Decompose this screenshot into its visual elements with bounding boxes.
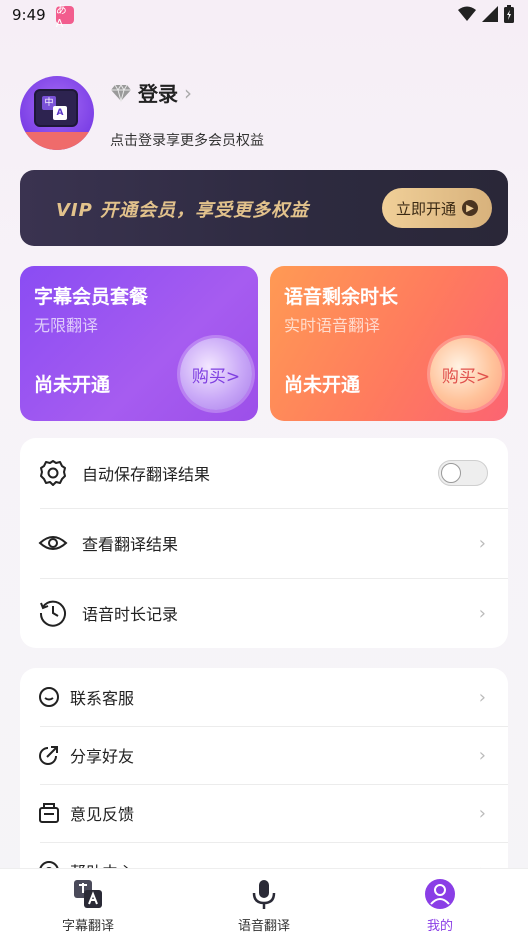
share-icon — [39, 746, 58, 765]
chevron-right-circle-icon: ▶ — [462, 200, 478, 216]
plan-status: 尚未开通 — [34, 374, 111, 396]
settings-card: 自动保存翻译结果 查看翻译结果 › 语音时长记录 › — [20, 438, 508, 648]
setting-label: 语音时长记录 — [82, 605, 179, 624]
chat-icon — [39, 687, 59, 707]
nav-label: 字幕翻译 — [61, 919, 114, 934]
setting-row-view-results[interactable]: 查看翻译结果 › — [20, 508, 508, 578]
chevron-right-icon: › — [478, 532, 486, 554]
plan-subtitle: 无限翻译 — [34, 316, 99, 335]
chevron-right-icon: › — [478, 602, 486, 624]
setting-label: 查看翻译结果 — [82, 535, 179, 554]
chevron-right-icon: › — [184, 80, 192, 105]
vip-banner[interactable]: VIP 开通会员，享受更多权益 立即开通 ▶ — [20, 170, 508, 246]
microphone-icon — [247, 877, 281, 911]
vip-button-label: 立即开通 — [395, 199, 456, 218]
status-icons — [458, 5, 514, 23]
user-icon — [423, 877, 457, 911]
plan-title: 语音剩余时长 — [284, 286, 399, 308]
misc-card: 联系客服 › 分享好友 › 意见反馈 › 帮助中心 › — [20, 668, 508, 898]
subtitle-plan-card[interactable]: 字幕会员套餐 无限翻译 尚未开通 购买> — [20, 266, 258, 421]
chevron-right-icon: › — [478, 686, 486, 708]
translate-icon — [71, 877, 105, 911]
nav-label: 语音翻译 — [237, 919, 290, 934]
menu-item-feedback[interactable]: 意见反馈 › — [20, 784, 508, 842]
vip-open-button[interactable]: 立即开通 ▶ — [382, 188, 492, 228]
feedback-icon — [39, 803, 59, 823]
avatar[interactable]: 中 A — [20, 76, 94, 150]
bottom-nav: 字幕翻译 语音翻译 我的 — [0, 868, 528, 939]
auto-save-toggle[interactable] — [438, 460, 488, 486]
login-subtitle: 点击登录享更多会员权益 — [110, 133, 264, 149]
status-bar: 9:49 あA — [0, 0, 528, 30]
menu-item-share[interactable]: 分享好友 › — [20, 726, 508, 784]
buy-button[interactable]: 购买> — [430, 338, 502, 410]
menu-label: 分享好友 — [70, 747, 135, 766]
signal-icon — [482, 6, 498, 22]
nav-label: 我的 — [426, 919, 453, 934]
chevron-right-icon: › — [478, 744, 486, 766]
wifi-icon — [458, 6, 476, 21]
tab-subtitle-translate[interactable]: 字幕翻译 — [28, 877, 148, 934]
tab-voice-translate[interactable]: 语音翻译 — [204, 877, 324, 934]
avatar-tile-a: A — [53, 106, 67, 120]
gear-icon — [40, 460, 66, 486]
voice-plan-card[interactable]: 语音剩余时长 实时语音翻译 尚未开通 购买> — [270, 266, 508, 421]
login-label[interactable]: 登录 — [138, 78, 178, 107]
vip-slogan: VIP 开通会员，享受更多权益 — [56, 200, 310, 221]
menu-item-contact-service[interactable]: 联系客服 › — [20, 668, 508, 726]
menu-label: 联系客服 — [70, 689, 135, 708]
setting-row-auto-save[interactable]: 自动保存翻译结果 — [20, 438, 508, 508]
buy-button[interactable]: 购买> — [180, 338, 252, 410]
plan-status: 尚未开通 — [284, 374, 361, 396]
tab-mine[interactable]: 我的 — [380, 877, 500, 934]
avatar-banner — [20, 132, 94, 150]
battery-icon — [504, 5, 514, 23]
app-logo-icon: 中 A — [34, 89, 78, 127]
chevron-right-icon: › — [478, 802, 486, 824]
setting-label: 自动保存翻译结果 — [82, 465, 211, 484]
toggle-knob — [441, 463, 461, 483]
plan-subtitle: 实时语音翻译 — [284, 316, 381, 335]
plan-title: 字幕会员套餐 — [34, 286, 149, 308]
eye-icon — [38, 536, 68, 550]
app-notification-icon: あA — [55, 3, 74, 30]
diamond-icon — [111, 83, 131, 102]
menu-label: 意见反馈 — [70, 805, 135, 824]
history-icon — [39, 600, 66, 627]
setting-row-voice-history[interactable]: 语音时长记录 › — [20, 578, 508, 648]
status-time: 9:49 — [12, 6, 46, 24]
profile-header[interactable]: 中 A 登录 › 点击登录享更多会员权益 — [20, 76, 510, 156]
login-row[interactable]: 登录 › — [110, 78, 192, 107]
